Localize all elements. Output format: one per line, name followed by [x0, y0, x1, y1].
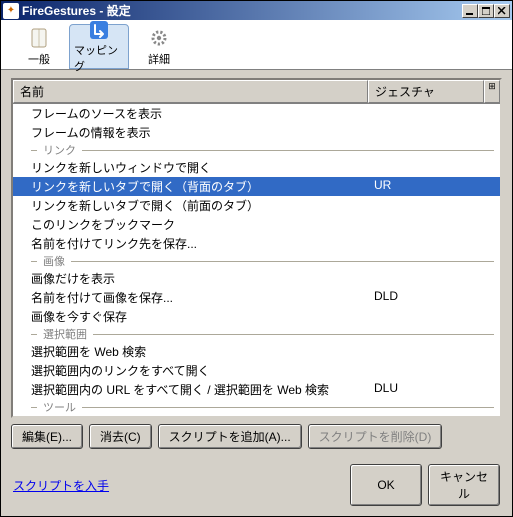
list-separator: 画像: [13, 253, 500, 269]
list-item[interactable]: フレームのソースを表示: [13, 104, 500, 123]
get-scripts-link[interactable]: スクリプトを入手: [13, 477, 109, 494]
item-gesture: [368, 362, 500, 379]
item-gesture: [368, 105, 500, 122]
settings-window: ✦ FireGestures - 設定 一般 マッピング 詳細: [0, 0, 513, 517]
item-gesture: [368, 216, 500, 233]
tab-mappings[interactable]: マッピング: [69, 24, 129, 69]
app-icon: ✦: [3, 3, 19, 19]
list-item[interactable]: 選択範囲内のリンクをすべて開く: [13, 361, 500, 380]
item-gesture: [368, 308, 500, 325]
list-separator: ツール: [13, 399, 500, 415]
item-name: 名前を付けてリンク先を保存...: [13, 235, 368, 252]
tab-general[interactable]: 一般: [9, 24, 69, 69]
tab-strip: 一般 マッピング 詳細: [1, 20, 512, 70]
cancel-button[interactable]: キャンセル: [428, 464, 500, 506]
item-name: このリンクをブックマーク: [13, 216, 368, 233]
item-name: リンクを新しいタブで開く（背面のタブ）: [13, 178, 368, 195]
list-item[interactable]: 選択範囲内の URL をすべて開く / 選択範囲を Web 検索DLU: [13, 380, 500, 399]
column-header-gesture[interactable]: ジェスチャ: [368, 80, 484, 103]
gear-icon: [147, 26, 171, 50]
item-name: 名前を付けて画像を保存...: [13, 289, 368, 306]
list-item[interactable]: 画像だけを表示: [13, 269, 500, 288]
item-gesture: [368, 235, 500, 252]
add-script-button[interactable]: スクリプトを追加(A)...: [158, 424, 302, 449]
edit-button[interactable]: 編集(E)...: [11, 424, 83, 449]
item-name: 選択範囲を Web 検索: [13, 343, 368, 360]
list-item[interactable]: フレームの情報を表示: [13, 123, 500, 142]
window-title: FireGestures - 設定: [22, 2, 462, 19]
column-header-name[interactable]: 名前: [13, 80, 368, 103]
item-name: リンクを新しいタブで開く（前面のタブ）: [13, 197, 368, 214]
item-name: 画像を今すぐ保存: [13, 308, 368, 325]
item-gesture: [368, 159, 500, 176]
titlebar[interactable]: ✦ FireGestures - 設定: [1, 1, 512, 20]
delete-script-button[interactable]: スクリプトを削除(D): [308, 424, 443, 449]
list-header: 名前 ジェスチャ ⊞: [13, 80, 500, 104]
item-name: リンクを新しいウィンドウで開く: [13, 159, 368, 176]
tab-advanced[interactable]: 詳細: [129, 24, 189, 69]
list-item[interactable]: リンクを新しいタブで開く（前面のタブ）: [13, 196, 500, 215]
item-gesture: [368, 343, 500, 360]
list-item[interactable]: このリンクをブックマーク: [13, 215, 500, 234]
item-gesture: [368, 197, 500, 214]
maximize-button[interactable]: [478, 4, 494, 18]
separator-label: 選択範囲: [43, 326, 87, 342]
mapping-list[interactable]: 名前 ジェスチャ ⊞ フレームのソースを表示フレームの情報を表示リンクリンクを新…: [11, 78, 502, 418]
item-name: 選択範囲内のリンクをすべて開く: [13, 362, 368, 379]
item-gesture: [368, 270, 500, 287]
item-gesture: [368, 124, 500, 141]
item-name: フレームのソースを表示: [13, 105, 368, 122]
item-name: 選択範囲内の URL をすべて開く / 選択範囲を Web 検索: [13, 381, 368, 398]
ok-button[interactable]: OK: [350, 464, 422, 506]
clear-button[interactable]: 消去(C): [89, 424, 152, 449]
list-item[interactable]: リンクを新しいタブで開く（背面のタブ）UR: [13, 177, 500, 196]
mappings-icon: [87, 19, 111, 41]
close-button[interactable]: [494, 4, 510, 18]
list-item[interactable]: 名前を付けて画像を保存...DLD: [13, 288, 500, 307]
general-icon: [27, 26, 51, 50]
separator-label: ツール: [43, 399, 76, 415]
item-name: 画像だけを表示: [13, 270, 368, 287]
column-picker[interactable]: ⊞: [484, 80, 500, 103]
item-gesture: DLD: [368, 289, 500, 306]
separator-label: リンク: [43, 142, 76, 158]
minimize-button[interactable]: [462, 4, 478, 18]
separator-label: 画像: [43, 253, 65, 269]
list-separator: リンク: [13, 142, 500, 158]
list-item[interactable]: 名前を付けてリンク先を保存...: [13, 234, 500, 253]
list-item[interactable]: ダウンロードDRU: [13, 415, 500, 416]
item-gesture: UR: [368, 178, 500, 195]
item-name: フレームの情報を表示: [13, 124, 368, 141]
list-item[interactable]: リンクを新しいウィンドウで開く: [13, 158, 500, 177]
item-gesture: DLU: [368, 381, 500, 398]
list-item[interactable]: 選択範囲を Web 検索: [13, 342, 500, 361]
list-item[interactable]: 画像を今すぐ保存: [13, 307, 500, 326]
list-separator: 選択範囲: [13, 326, 500, 342]
